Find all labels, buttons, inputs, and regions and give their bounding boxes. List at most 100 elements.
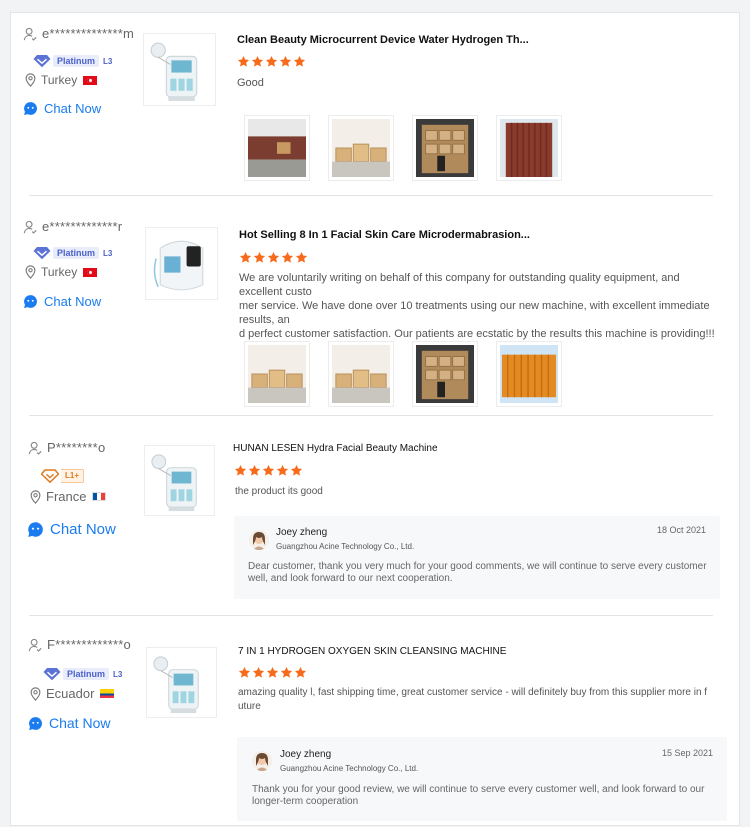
star-rating (237, 55, 307, 68)
chat-bubble-icon (23, 101, 38, 116)
reviewer-name: e**************m (23, 26, 134, 41)
user-icon (28, 638, 42, 652)
product-thumbnail[interactable] (144, 445, 215, 516)
reply-author: Joey zheng (276, 527, 328, 538)
seller-reply: Joey zheng Guangzhou Acine Technology Co… (237, 737, 727, 821)
location-pin-icon (30, 687, 41, 701)
reply-text: Thank you for your good review, we will … (252, 784, 705, 807)
reply-text: Dear customer, thank you very much for y… (248, 561, 707, 584)
reviewer-location: Turkey (25, 265, 98, 279)
product-thumbnail[interactable] (143, 33, 216, 106)
star-icon (238, 666, 251, 679)
location-pin-icon (25, 73, 36, 87)
review-text: Good (237, 77, 264, 89)
review-photo[interactable] (496, 341, 562, 407)
star-icon (253, 251, 266, 264)
star-icon (234, 464, 247, 477)
star-icon (251, 55, 264, 68)
star-icon (279, 55, 292, 68)
star-icon (276, 464, 289, 477)
divider (29, 415, 713, 416)
platinum-badge: Platinum L3 (33, 245, 112, 261)
product-title[interactable]: HUNAN LESEN Hydra Facial Beauty Machine (233, 443, 438, 454)
review-photo[interactable] (328, 341, 394, 407)
product-title[interactable]: 7 IN 1 HYDROGEN OXYGEN SKIN CLEANSING MA… (238, 646, 506, 657)
star-icon (281, 251, 294, 264)
review-photo[interactable] (412, 115, 478, 181)
product-title[interactable]: Hot Selling 8 In 1 Facial Skin Care Micr… (239, 229, 530, 241)
review-photo[interactable] (244, 115, 310, 181)
chat-now-button[interactable]: Chat Now (27, 521, 116, 538)
reply-company: Guangzhou Acine Technology Co., Ltd. (280, 764, 419, 773)
star-icon (262, 464, 275, 477)
review-text: We are voluntarily writing on behalf of … (239, 272, 715, 340)
reviewer-name: e*************r (23, 219, 122, 234)
review-photos (244, 115, 580, 181)
seller-avatar (252, 751, 272, 771)
user-icon (28, 441, 42, 455)
product-title[interactable]: Clean Beauty Microcurrent Device Water H… (237, 34, 529, 46)
product-image (144, 34, 215, 105)
review-photo[interactable] (244, 341, 310, 407)
review-card: P********o L1+ France Chat Now HUNAN LES… (11, 423, 739, 615)
chat-bubble-icon (28, 716, 43, 731)
product-thumbnail[interactable] (145, 227, 218, 300)
chat-now-button[interactable]: Chat Now (23, 101, 101, 116)
reviewer-name: P********o (28, 440, 105, 455)
review-text: the product its good (235, 486, 323, 497)
star-icon (266, 666, 279, 679)
user-icon (23, 220, 37, 234)
product-thumbnail[interactable] (146, 647, 217, 718)
product-image (147, 648, 216, 717)
star-icon (248, 464, 261, 477)
star-icon (239, 251, 252, 264)
diamond-badge-icon (33, 54, 51, 68)
seller-avatar (249, 530, 269, 550)
reviews-panel: e**************m Platinum L3 Turkey Chat… (10, 12, 740, 826)
star-icon (252, 666, 265, 679)
review-photos (244, 341, 580, 407)
product-image (145, 446, 214, 515)
star-icon (295, 251, 308, 264)
product-image (146, 228, 217, 299)
review-photo[interactable] (412, 341, 478, 407)
diamond-badge-icon (33, 246, 51, 260)
ecuador-flag-icon (100, 689, 115, 698)
reply-company: Guangzhou Acine Technology Co., Ltd. (276, 542, 415, 551)
divider (29, 195, 713, 196)
star-icon (293, 55, 306, 68)
chat-bubble-icon (27, 521, 44, 538)
reviewer-location: Ecuador (30, 686, 115, 701)
star-icon (280, 666, 293, 679)
chat-now-button[interactable]: Chat Now (28, 715, 110, 731)
star-icon (267, 251, 280, 264)
reply-author: Joey zheng (280, 749, 332, 760)
star-icon (290, 464, 303, 477)
platinum-badge: Platinum L3 (33, 53, 112, 69)
reviewer-name: F*************o (28, 637, 131, 652)
review-card: e*************r Platinum L3 Turkey Chat … (11, 203, 739, 415)
chat-bubble-icon (23, 294, 38, 309)
star-rating (239, 251, 309, 264)
diamond-badge-icon (43, 667, 61, 681)
reviewer-location: Turkey (25, 73, 98, 87)
divider (29, 615, 713, 616)
review-photo[interactable] (496, 115, 562, 181)
review-text: amazing quality l, fast shipping time, g… (238, 687, 708, 712)
seller-reply: Joey zheng Guangzhou Acine Technology Co… (234, 516, 720, 599)
star-icon (265, 55, 278, 68)
platinum-badge: Platinum L3 (43, 666, 122, 682)
location-pin-icon (25, 265, 36, 279)
star-rating (234, 464, 304, 477)
review-card: F*************o Platinum L3 Ecuador Chat… (11, 623, 739, 827)
reviewer-location: France (30, 489, 107, 504)
l1-badge: L1+ (41, 468, 85, 484)
france-flag-icon (92, 492, 107, 501)
turkey-flag-icon (83, 75, 98, 85)
review-photo[interactable] (328, 115, 394, 181)
diamond-badge-icon (41, 469, 59, 483)
star-icon (237, 55, 250, 68)
turkey-flag-icon (83, 267, 98, 277)
chat-now-button[interactable]: Chat Now (23, 294, 101, 309)
reply-date: 18 Oct 2021 (656, 525, 706, 535)
